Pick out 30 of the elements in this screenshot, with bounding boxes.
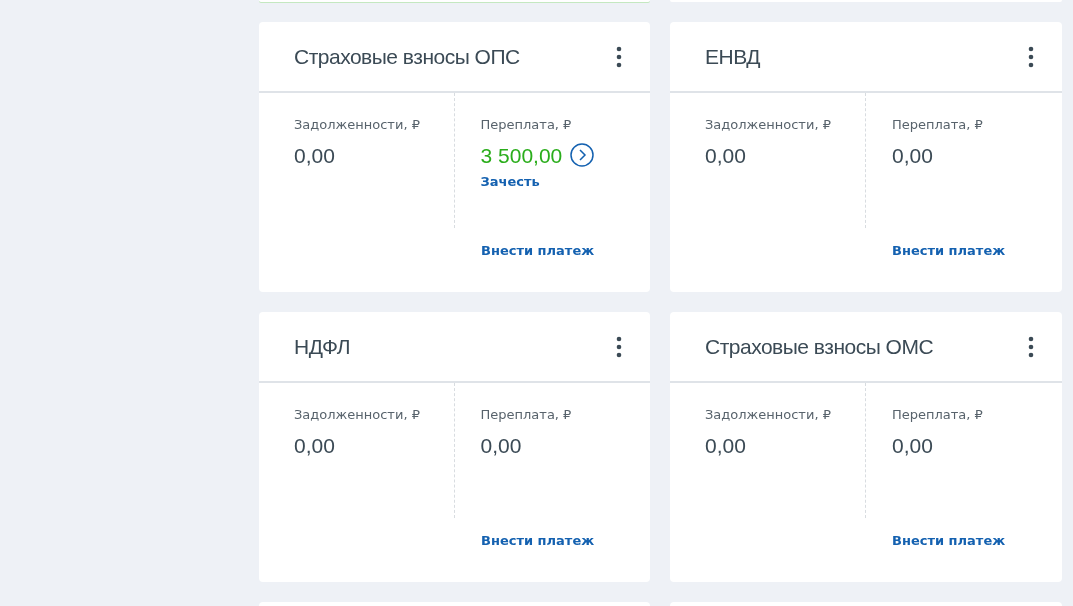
card-title: ЕНВД [705, 43, 760, 70]
chevron-right-circle-icon[interactable] [570, 143, 595, 168]
debt-amount: 0,00 [294, 432, 336, 458]
card-title: Страховые взносы ОПС [294, 43, 520, 70]
debt-label: Задолженности, ₽ [705, 406, 832, 424]
overpayment-amount: 0,00 [892, 142, 933, 168]
debt-label: Задолженности, ₽ [294, 116, 421, 134]
more-options-icon[interactable] [1028, 45, 1034, 68]
overpayment-amount: 0,00 [480, 432, 522, 458]
overpayment-label: Переплата, ₽ [480, 116, 573, 134]
overpayment-label: Переплата, ₽ [480, 406, 573, 424]
offset-link[interactable]: Зачесть [480, 171, 540, 192]
debt-amount: 0,00 [294, 142, 336, 168]
card-title: НДФЛ [294, 333, 350, 360]
overpayment-amount: 3 500,00 [480, 142, 563, 168]
make-payment-link[interactable]: Внести платеж [892, 243, 1006, 258]
overpayment-label: Переплата, ₽ [892, 116, 984, 134]
debt-amount: 0,00 [705, 432, 747, 458]
more-options-icon[interactable] [616, 45, 622, 68]
more-options-icon[interactable] [1028, 335, 1034, 358]
overpayment-amount: 0,00 [892, 432, 933, 458]
card-title: Страховые взносы ОМС [705, 333, 934, 360]
debt-amount: 0,00 [705, 142, 747, 168]
make-payment-link[interactable]: Внести платеж [892, 533, 1006, 548]
make-payment-link[interactable]: Внести платеж [481, 533, 595, 548]
make-payment-link[interactable]: Внести платеж [481, 243, 595, 258]
more-options-icon[interactable] [616, 335, 622, 358]
debt-label: Задолженности, ₽ [705, 116, 832, 134]
debt-label: Задолженности, ₽ [294, 406, 421, 424]
overpayment-label: Переплата, ₽ [892, 406, 984, 424]
